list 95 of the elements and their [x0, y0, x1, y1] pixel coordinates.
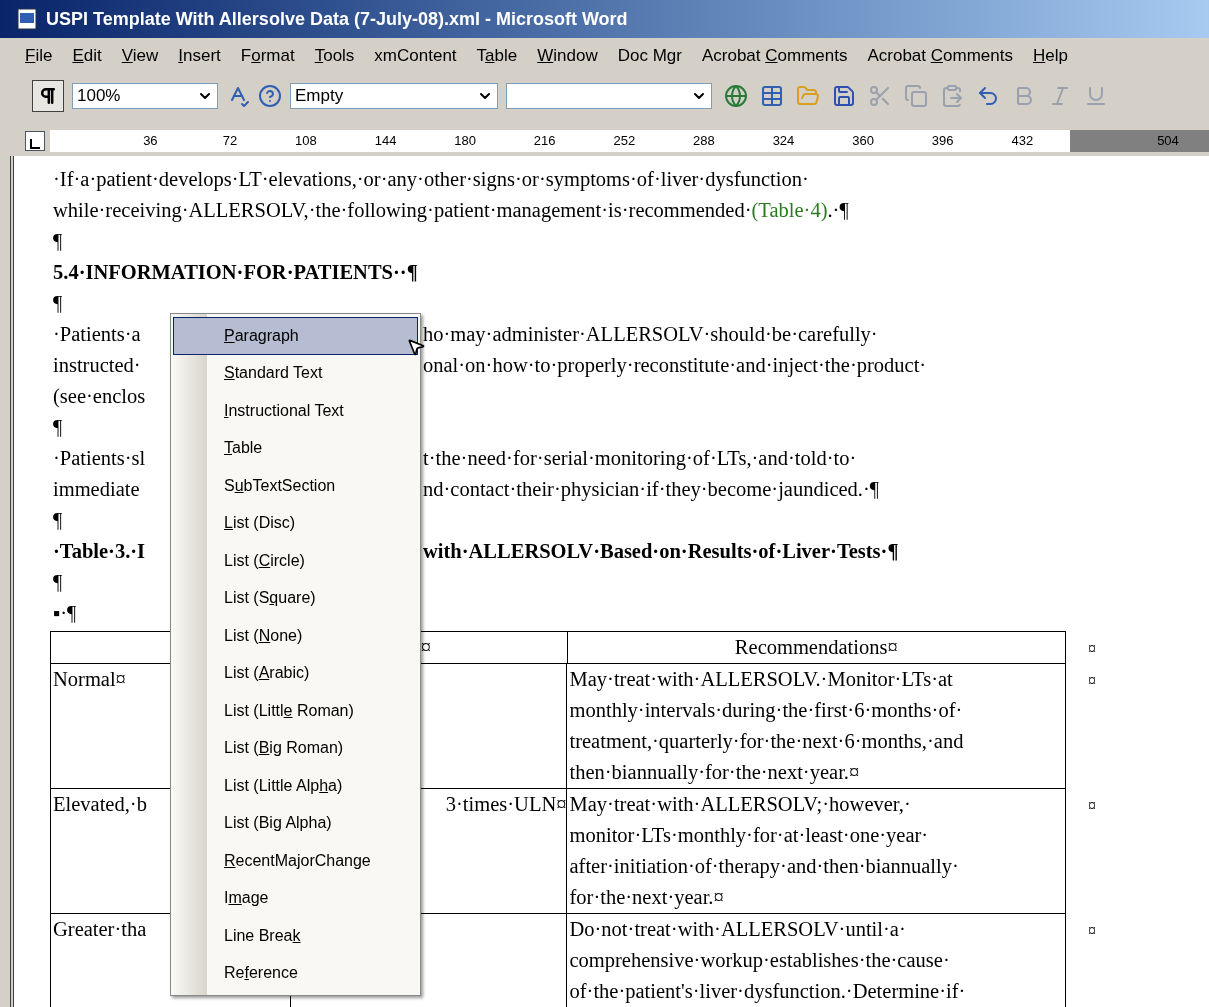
text-line: ·Patients·a [53, 323, 141, 346]
copy-icon[interactable] [904, 84, 928, 108]
text-line: immediate [53, 478, 140, 501]
context-menu-item[interactable]: List (Square) [173, 579, 418, 617]
text-line: (see·enclos [53, 384, 146, 410]
text-line: ¶ [53, 291, 63, 317]
text-line: while·receiving·ALLERSOLV,·the·following·patient·management·is·recommended·(Table·4).·¶ [53, 198, 849, 224]
text-line: onal·on·how·to·properly·reconstitute·and·inject·the·product· [423, 353, 927, 379]
text-line: ho·may·administer·ALLERSOLV·should·be·carefully· [423, 322, 878, 348]
help-icon[interactable] [258, 84, 282, 108]
tab-stop-icon [30, 139, 40, 149]
table-cell: 3·times·ULN¤ [445, 793, 567, 815]
text-line: instructed· [53, 354, 141, 377]
text-line: ¶ [53, 570, 63, 596]
save-icon[interactable] [832, 84, 856, 108]
style-dropdown[interactable]: Empty [290, 83, 498, 109]
ruler-number: 396 [930, 132, 954, 151]
text-line: ·Patients·sl [53, 447, 146, 470]
text-line: ¶ [53, 229, 63, 255]
globe-icon[interactable] [724, 84, 748, 108]
menu-item[interactable]: Table [467, 43, 527, 69]
zoom-dropdown[interactable]: 100% [72, 83, 218, 109]
text-line: ¶ [53, 415, 63, 441]
context-menu-item[interactable]: Instructional Text [173, 392, 418, 430]
context-menu-item[interactable]: List (None) [173, 617, 418, 655]
ruler-number: 504 [1157, 132, 1179, 151]
table-cell-text: Do·not·treat·with·ALLERSOLV·until·a· comprehensive·workup·establishes·the·cause· of·the·patient's·liver·dysfunction.·Determine·if· [569, 917, 967, 1005]
menu-item[interactable]: View [112, 43, 168, 69]
ruler-number: 252 [612, 132, 636, 151]
ruler-number: 180 [453, 132, 476, 151]
context-menu-item[interactable]: List (Big Alpha) [173, 804, 418, 842]
text-line: ¶ [53, 508, 63, 534]
table-cell: Elevated,·b [53, 793, 147, 815]
text-line: 5.4·INFORMATION·FOR·PATIENTS··¶ [53, 260, 418, 286]
window-title: USPI Template With Allersolve Data (7-July-08).xml - Microsoft Word [46, 7, 628, 31]
context-menu-item[interactable]: SubTextSection [173, 467, 418, 505]
menu-item[interactable]: Window [528, 43, 607, 69]
context-menu-item[interactable]: Standard Text [173, 354, 418, 392]
table-cell: ¤ [420, 636, 431, 658]
context-menu-item[interactable]: Table [173, 429, 418, 467]
text-line: t·the·need·for·serial·monitoring·of·LTs,·and·told·to· [423, 446, 857, 472]
row-end-mark: ¤ [1088, 922, 1096, 939]
menu-item[interactable]: Format [231, 43, 304, 69]
show-marks-button[interactable] [32, 80, 64, 112]
row-end-mark: ¤ [1088, 640, 1096, 657]
table-cell: Normal¤ [53, 668, 126, 690]
table-cell-text: May·treat·with·ALLERSOLV.·Monitor·LTs·at monthly·intervals·during·the·first·6·months·of· treatment,·quarterly·for·the·next·6·months,·and then·biannually·for·the·next·year.¤ [569, 667, 965, 786]
undo-icon[interactable] [976, 84, 1000, 108]
context-menu-item[interactable]: RecentMajorChange [173, 842, 418, 880]
ruler-number: 360 [851, 132, 874, 151]
menu-item[interactable]: Acrobat Comments [858, 43, 1022, 69]
cut-icon[interactable] [868, 84, 892, 108]
open-folder-icon[interactable] [796, 84, 820, 108]
menu-item[interactable]: Edit [63, 43, 111, 69]
font-dropdown[interactable] [506, 83, 712, 109]
context-menu-item[interactable]: List (Little Alpha) [173, 767, 418, 805]
menu-item[interactable]: xmContent [365, 43, 466, 69]
ruler-number: 288 [692, 132, 715, 151]
ruler-number: 72 [221, 132, 238, 151]
menu-item[interactable]: File [16, 43, 62, 69]
context-menu-item[interactable]: Image [173, 879, 418, 917]
menu-item[interactable]: Acrobat Comments [692, 43, 857, 69]
ruler-number: 324 [771, 132, 795, 151]
ruler-number: 108 [294, 132, 317, 151]
table-cell: Greater·tha [53, 918, 147, 940]
context-menu-item[interactable]: List (Little Roman) [173, 692, 418, 730]
context-menu-item[interactable]: Line Break [173, 917, 418, 955]
context-menu-item[interactable]: List (Circle) [173, 542, 418, 580]
text-line: ▪·¶ [53, 601, 77, 627]
row-end-mark: ¤ [1088, 672, 1096, 689]
context-menu-item[interactable]: List (Disc) [173, 504, 418, 542]
ruler-number: 36 [142, 132, 158, 151]
text-line: nd·contact·their·physician·if·they·become·jaundiced.·¶ [423, 477, 880, 503]
menu-item[interactable]: Help [1023, 43, 1077, 69]
context-menu-item[interactable]: Paragraph [173, 317, 418, 355]
context-menu-item[interactable]: Reference [173, 954, 418, 992]
text-line: ·Table·3.·I [53, 540, 146, 563]
text-line: with·ALLERSOLV·Based·on·Results·of·Liver·Tests·¶ [423, 539, 899, 565]
menu-item[interactable]: Insert [169, 43, 230, 69]
underline-icon[interactable] [1084, 84, 1108, 108]
ruler-number: 432 [1010, 132, 1034, 151]
menu-item[interactable]: Doc Mgr [608, 43, 691, 69]
table-cell-text: May·treat·with·ALLERSOLV;·however,· monitor·LTs·monthly·for·at·least·one·year· after·initiation·of·therapy·and·then·biannually· for·the·next·year.¤ [569, 792, 960, 911]
ruler-number: 144 [373, 132, 397, 151]
context-menu-item[interactable]: List (Big Roman) [173, 729, 418, 767]
row-end-mark: ¤ [1088, 797, 1096, 814]
pilcrow-icon [38, 86, 58, 106]
text-line: ·If·a·patient·develops·LT·elevations,·or·any·other·signs·or·symptoms·of·liver·dysfunction· [53, 167, 809, 193]
table-header-cell: Recommendations¤ [734, 636, 898, 658]
menu-item[interactable]: Tools [305, 43, 364, 69]
document-icon [16, 8, 38, 30]
ruler-number: 216 [532, 132, 556, 151]
paste-icon[interactable] [940, 84, 964, 108]
context-menu-item[interactable]: List (Arabic) [173, 654, 418, 692]
table-icon[interactable] [760, 84, 784, 108]
